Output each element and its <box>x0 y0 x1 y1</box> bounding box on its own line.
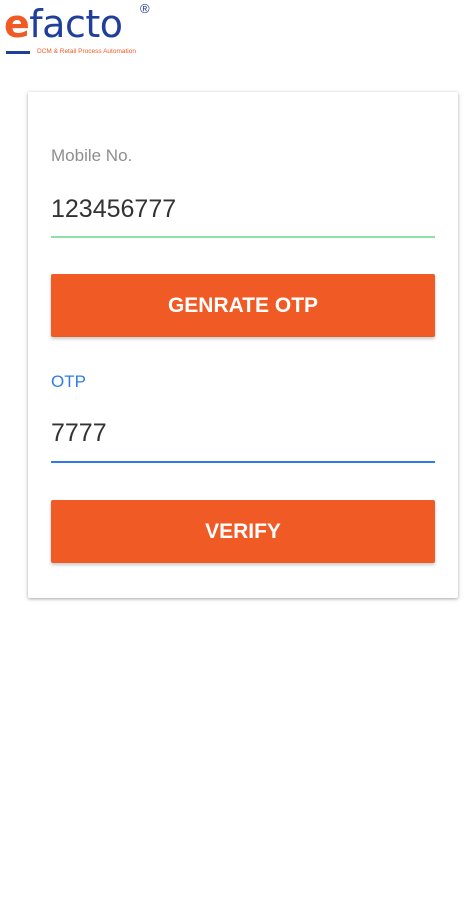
logo-tagline: DCM & Retail Process Automation <box>37 48 136 55</box>
otp-label: OTP <box>51 372 86 391</box>
mobile-number-label: Mobile No. <box>51 146 133 165</box>
otp-input[interactable] <box>51 417 435 449</box>
otp-underline <box>51 461 435 463</box>
logo-underline <box>6 51 30 54</box>
otp-login-card: Mobile No. GENRATE OTP OTP VERIFY <box>28 92 458 598</box>
logo-letters-facto: facto <box>29 2 123 46</box>
mobile-number-input[interactable] <box>51 193 435 225</box>
efacto-logo: efacto ® DCM & Retail Process Automation <box>4 2 164 62</box>
genrate-otp-button[interactable]: GENRATE OTP <box>51 274 435 337</box>
logo-wordmark: efacto <box>4 2 123 46</box>
mobile-number-underline <box>51 236 435 238</box>
verify-button[interactable]: VERIFY <box>51 500 435 563</box>
registered-mark: ® <box>140 1 150 16</box>
logo-letter-e: e <box>4 2 30 46</box>
